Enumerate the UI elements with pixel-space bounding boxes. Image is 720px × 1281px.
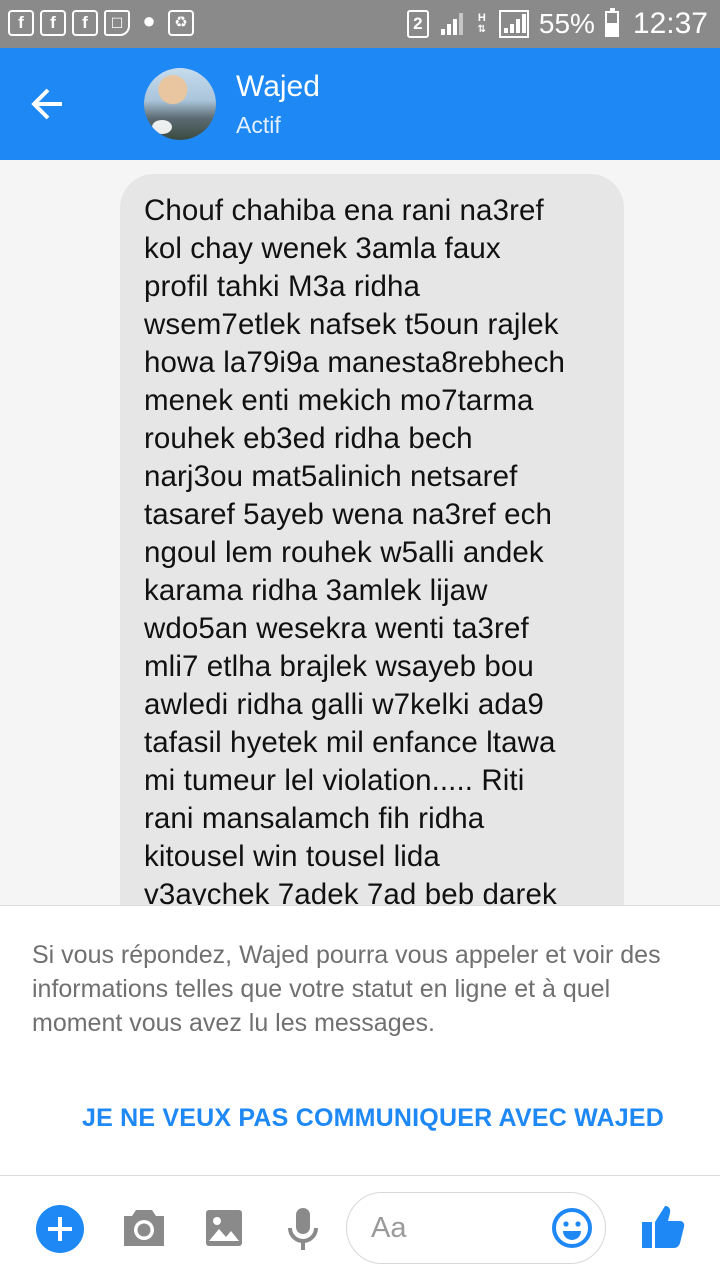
message-input-wrapper[interactable]: [346, 1192, 606, 1264]
composer-bar: [0, 1175, 720, 1281]
contact-name[interactable]: Wajed: [236, 70, 320, 104]
emoji-icon[interactable]: [551, 1207, 593, 1249]
sim-badge: 2: [406, 10, 429, 38]
like-button[interactable]: [640, 1202, 686, 1255]
message-input[interactable]: [369, 1207, 543, 1249]
message-thread[interactable]: Chouf chahiba ena rani na3ref kol chay w…: [0, 160, 720, 905]
message-bubble[interactable]: Chouf chahiba ena rani na3ref kol chay w…: [120, 174, 624, 905]
network-type-label: H: [477, 12, 486, 24]
signal-icon: [439, 11, 465, 37]
system-indicators: 2 H ⇅ 55% 12:37: [406, 6, 708, 42]
decline-button[interactable]: JE NE VEUX PAS COMMUNIQUER AVEC WAJED: [0, 1104, 720, 1133]
arrow-left-icon: [31, 88, 62, 120]
status-bar: f f f ☐ ● ♻ 2 H ⇅ 55% 12:37: [0, 0, 720, 48]
microphone-icon: [288, 1208, 318, 1250]
battery-icon: [604, 8, 619, 37]
avatar[interactable]: [144, 68, 216, 140]
contact-status: Actif: [236, 112, 281, 138]
phone-missed-icon: ☐: [104, 10, 130, 36]
microphone-button[interactable]: [286, 1206, 320, 1257]
decline-label: JE NE VEUX PAS COMMUNIQUER AVEC WAJED: [81, 1104, 665, 1132]
network-type: H ⇅: [475, 12, 489, 36]
back-button[interactable]: [24, 80, 72, 128]
signal-icon: [498, 10, 529, 38]
consent-text: Si vous répondez, Wajed pourra vous appe…: [32, 941, 661, 1037]
facebook-icon: f: [72, 10, 98, 36]
gallery-button[interactable]: [204, 1208, 244, 1253]
battery-level: [606, 22, 617, 35]
recycle-icon: ♻: [168, 10, 194, 36]
add-button[interactable]: [36, 1205, 84, 1253]
thumbs-up-icon: [642, 1206, 685, 1248]
message-request-panel: Si vous répondez, Wajed pourra vous appe…: [0, 905, 720, 1176]
conversation-header: Wajed Actif: [0, 48, 720, 160]
notification-icons: f f f ☐ ● ♻: [8, 10, 194, 36]
messenger-icon: ●: [142, 8, 156, 33]
facebook-icon: f: [40, 10, 66, 36]
data-arrows-icon: ⇅: [477, 24, 487, 35]
battery-percent: 55%: [538, 8, 595, 39]
facebook-icon: f: [8, 10, 34, 36]
clock: 12:37: [632, 7, 708, 40]
avatar-badge: [152, 120, 172, 134]
camera-icon: [124, 1210, 164, 1246]
camera-button[interactable]: [120, 1206, 168, 1255]
gallery-icon: [206, 1210, 242, 1246]
